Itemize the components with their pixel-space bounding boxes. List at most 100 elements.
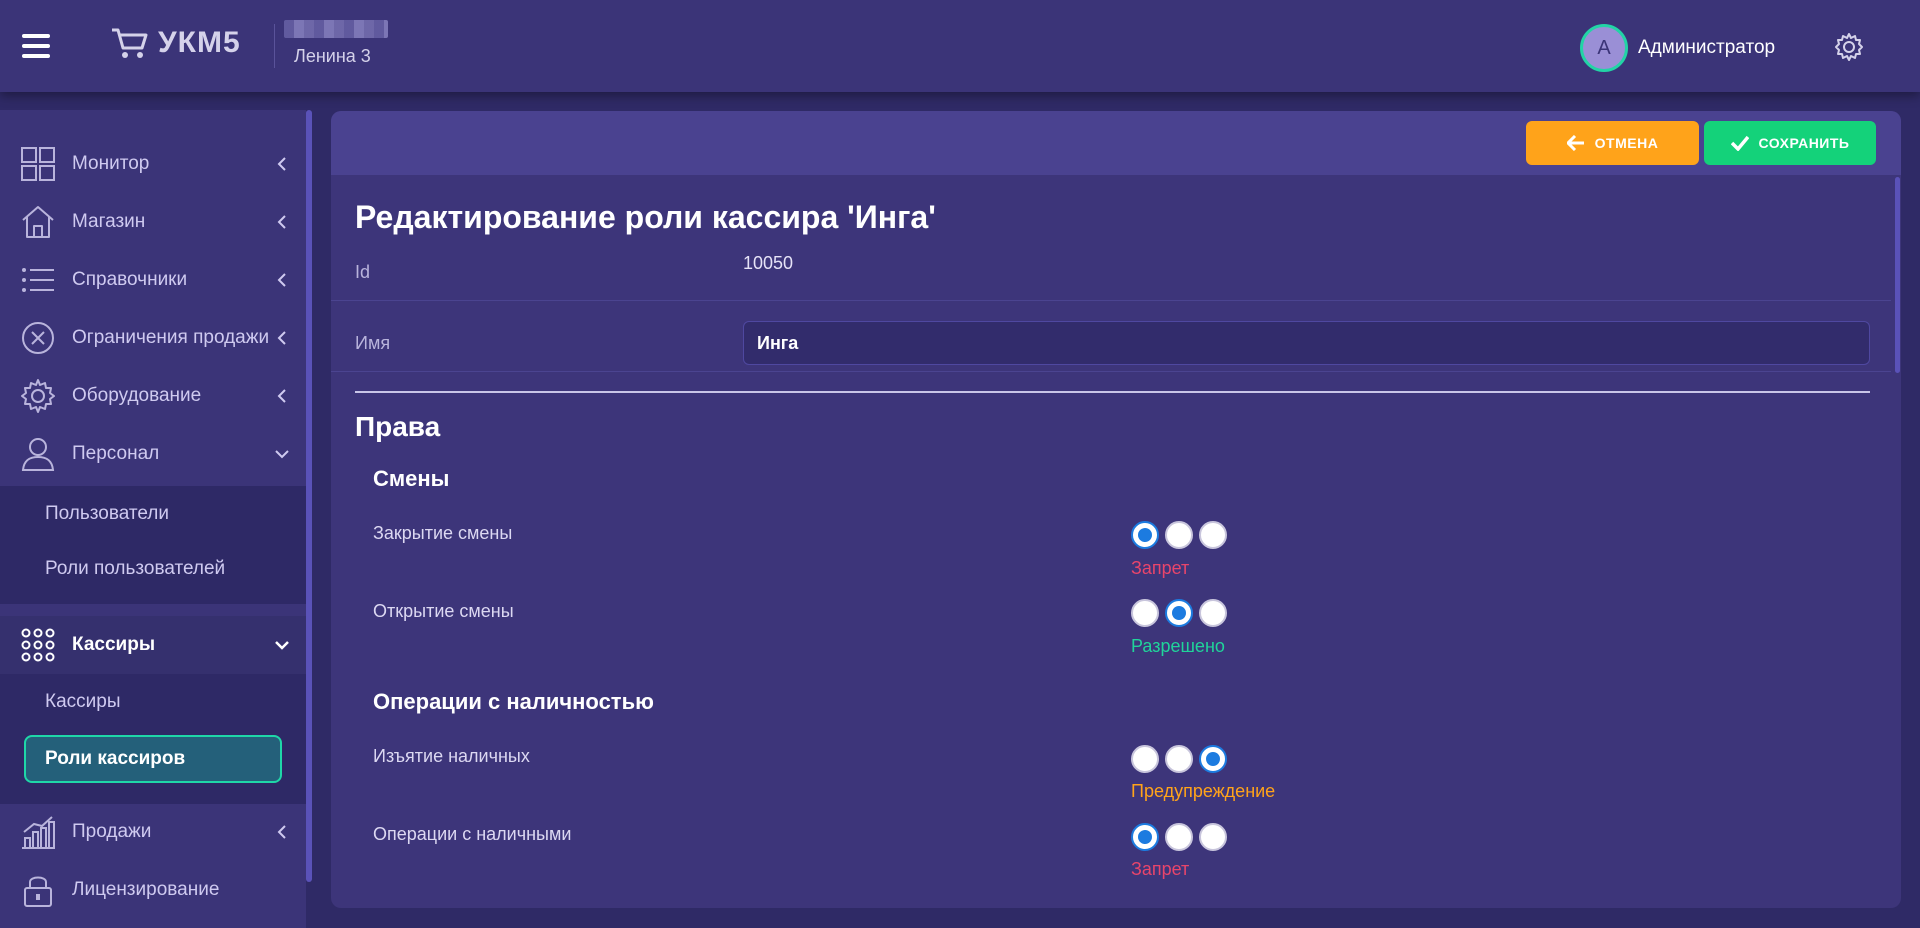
sidebar-item-personnel[interactable]: Персонал — [0, 425, 306, 483]
status-text-open-shift: Разрешено — [1131, 636, 1225, 656]
store-icon — [22, 206, 54, 238]
radio-allow[interactable] — [1165, 521, 1193, 549]
sidebar-subitem-user-roles[interactable]: Роли пользователей — [0, 541, 306, 596]
radio-allow[interactable] — [1165, 599, 1193, 627]
chevron-left-icon — [277, 389, 286, 403]
sidebar-item-label: Лицензирование — [72, 879, 220, 900]
radio-group-open-shift — [1131, 599, 1227, 627]
id-value: 10050 — [743, 253, 794, 273]
chevron-left-icon — [277, 157, 286, 171]
sidebar-item-licensing[interactable]: Лицензирование — [0, 861, 306, 919]
sales-chart-icon — [22, 816, 55, 849]
status-text-cash-operations: Запрет — [1131, 859, 1190, 879]
avatar: A — [1580, 24, 1628, 72]
sidebar-subitem-users[interactable]: Пользователи — [0, 486, 306, 541]
page-title: Редактирование роли кассира 'Инга' — [355, 199, 936, 235]
radio-group-close-shift — [1131, 521, 1227, 549]
sidebar-item-label: Магазин — [72, 211, 146, 232]
perm-label-cash-operations: Операции с наличными — [373, 824, 572, 844]
sidebar-item-label: Кассиры — [72, 634, 156, 655]
sidebar-item-monitor[interactable]: Монитор — [0, 135, 306, 193]
radio-deny[interactable] — [1131, 745, 1159, 773]
sidebar-subitem-cashiers[interactable]: Кассиры — [0, 674, 306, 729]
header-divider — [274, 24, 275, 68]
cancel-button-label: ОТМЕНА — [1594, 135, 1659, 151]
store-selector[interactable]: Ленина 3 — [284, 20, 388, 67]
sidebar-subitem-label: Пользователи — [45, 502, 170, 524]
radio-warn[interactable] — [1199, 521, 1227, 549]
sidebar-item-sale-restrictions[interactable]: Ограничения продажи — [0, 309, 306, 367]
radio-deny[interactable] — [1131, 823, 1159, 851]
sidebar-scrollbar[interactable] — [306, 110, 312, 882]
sidebar-item-label: Продажи — [72, 821, 152, 842]
section-divider — [355, 391, 1870, 393]
cart-icon — [112, 28, 148, 58]
radio-deny[interactable] — [1131, 599, 1159, 627]
settings-gear-icon[interactable] — [1834, 32, 1864, 62]
chevron-down-icon — [275, 641, 289, 650]
sidebar-item-equipment[interactable]: Оборудование — [0, 367, 306, 425]
name-input[interactable] — [743, 321, 1870, 365]
sidebar-subitem-label: Роли кассиров — [45, 748, 186, 769]
sidebar-subitem-label: Кассиры — [45, 690, 121, 712]
gear-icon — [21, 379, 55, 413]
monitor-grid-icon — [21, 147, 55, 181]
menu-toggle-icon[interactable] — [22, 34, 50, 58]
top-header: УКМ5 Ленина 3 A Администратор — [0, 0, 1920, 92]
row-divider — [331, 300, 1891, 301]
radio-warn[interactable] — [1199, 823, 1227, 851]
chevron-down-icon — [275, 450, 289, 459]
save-button-label: СОХРАНИТЬ — [1758, 135, 1850, 151]
cancel-button[interactable]: ОТМЕНА — [1526, 121, 1699, 165]
lock-icon — [24, 876, 52, 907]
perm-label-close-shift: Закрытие смены — [373, 523, 513, 543]
role-edit-card: ОТМЕНА СОХРАНИТЬ Редактирование роли кас… — [331, 111, 1901, 908]
sidebar-item-store[interactable]: Магазин — [0, 193, 306, 251]
perm-label-cash-withdrawal: Изъятие наличных — [373, 746, 530, 766]
chevron-left-icon — [277, 215, 286, 229]
card-scrollbar[interactable] — [1895, 177, 1900, 373]
radio-allow[interactable] — [1165, 823, 1193, 851]
check-icon — [1730, 135, 1749, 151]
radio-group-cash-withdrawal — [1131, 745, 1227, 773]
chevron-left-icon — [277, 331, 286, 345]
radio-warn[interactable] — [1199, 745, 1227, 773]
radio-warn[interactable] — [1199, 599, 1227, 627]
app-name: УКМ5 — [158, 26, 241, 59]
radio-deny[interactable] — [1131, 521, 1159, 549]
blurred-store-code — [284, 20, 388, 38]
radio-allow[interactable] — [1165, 745, 1193, 773]
row-divider — [331, 371, 1891, 372]
radio-group-cash-operations — [1131, 823, 1227, 851]
sidebar-item-label: Монитор — [72, 153, 150, 174]
chevron-left-icon — [277, 825, 286, 839]
app-logo[interactable]: УКМ5 — [110, 26, 241, 60]
restriction-icon — [22, 322, 54, 354]
sidebar-item-directories[interactable]: Справочники — [0, 251, 306, 309]
status-text-cash-withdrawal: Предупреждение — [1131, 781, 1276, 801]
rights-section-title: Права — [355, 411, 441, 442]
sidebar-subitem-label: Роли пользователей — [45, 557, 226, 579]
cashiers-submenu: Кассиры Роли кассиров — [0, 674, 306, 804]
sidebar-item-label: Персонал — [72, 443, 160, 464]
group-title-cash-operations: Операции с наличностью — [373, 689, 654, 714]
personnel-submenu: Пользователи Роли пользователей — [0, 486, 306, 604]
name-label: Имя — [355, 333, 391, 353]
sidebar-item-sales[interactable]: Продажи — [0, 803, 306, 861]
store-name: Ленина 3 — [294, 46, 371, 66]
user-name: Администратор — [1638, 37, 1776, 58]
card-toolbar: ОТМЕНА СОХРАНИТЬ — [331, 111, 1901, 175]
sidebar: Монитор Магазин Справочники Ограничения … — [0, 110, 306, 928]
person-icon — [21, 438, 55, 471]
keypad-icon — [21, 628, 55, 662]
sidebar-item-cashiers[interactable]: Кассиры — [0, 616, 306, 674]
list-icon — [22, 268, 54, 292]
group-title-shifts: Смены — [373, 466, 450, 491]
sidebar-item-label: Ограничения продажи — [72, 327, 270, 348]
save-button[interactable]: СОХРАНИТЬ — [1704, 121, 1876, 165]
sidebar-subitem-cashier-roles[interactable]: Роли кассиров — [24, 735, 282, 783]
user-menu[interactable]: A Администратор — [1580, 24, 1775, 72]
arrow-left-icon — [1566, 135, 1584, 151]
perm-label-open-shift: Открытие смены — [373, 601, 514, 621]
chevron-left-icon — [277, 273, 286, 287]
